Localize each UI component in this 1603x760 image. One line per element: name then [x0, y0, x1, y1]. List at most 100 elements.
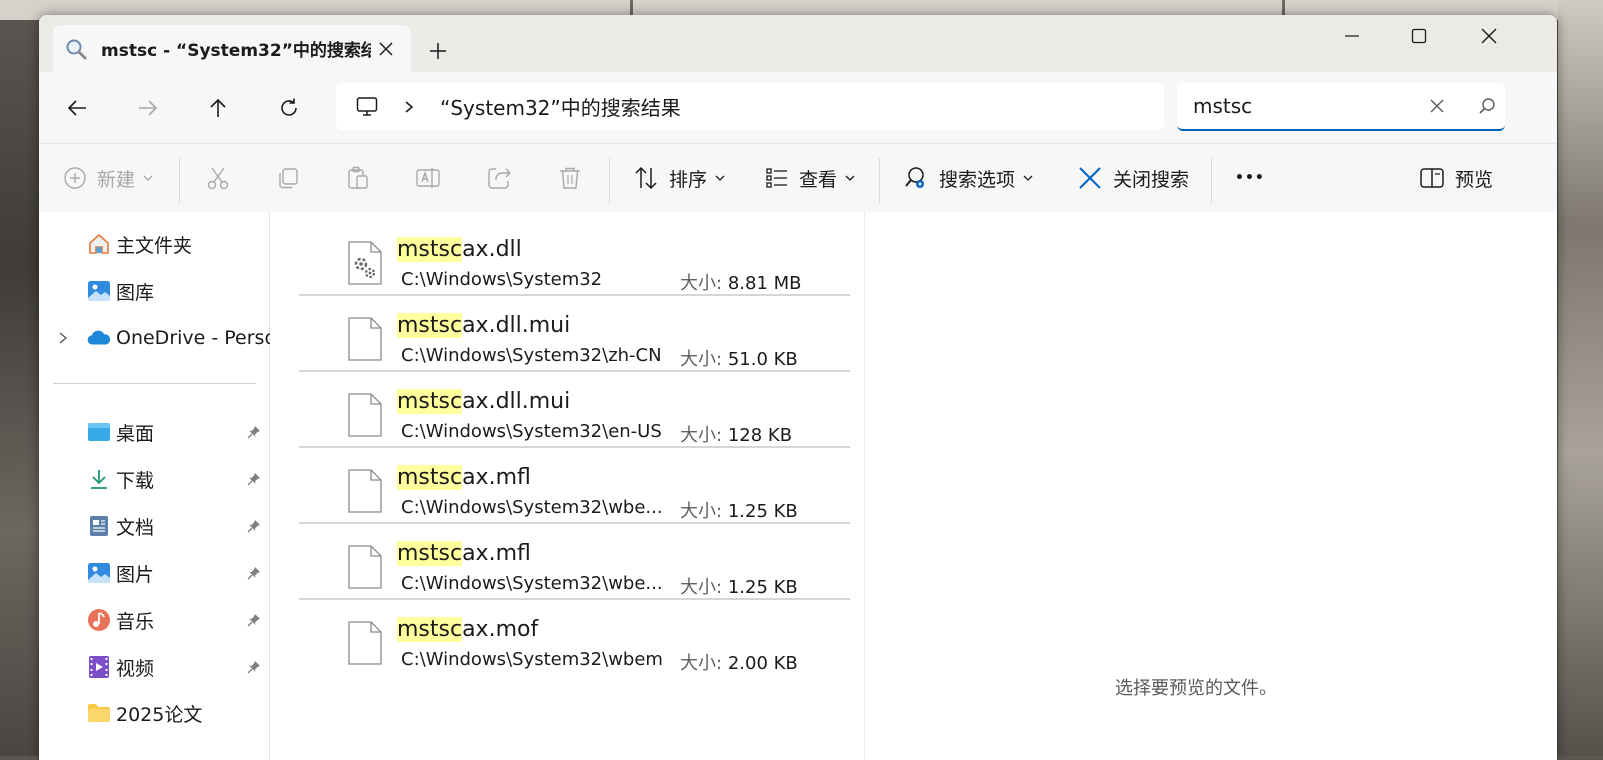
title-bar: mstsc - “System32”中的搜索结: [39, 15, 1557, 72]
sidebar-item-label: 主文件夹: [116, 234, 193, 257]
list-item[interactable]: mstscax.dll.mui C:\Windows\System32\en-U…: [299, 372, 850, 448]
sidebar-item-downloads[interactable]: 下载: [39, 459, 269, 499]
folder-icon: [87, 701, 111, 725]
file-path: C:\Windows\System32\zh-CN: [401, 345, 662, 366]
sidebar-item-videos[interactable]: 视频: [39, 647, 269, 687]
sort-button[interactable]: 排序: [633, 158, 725, 198]
view-button[interactable]: 查看: [765, 158, 855, 198]
file-icon: [348, 621, 382, 665]
home-icon: [87, 232, 111, 256]
rename-icon: [416, 168, 440, 188]
chevron-right-icon[interactable]: [55, 328, 71, 348]
share-icon: [488, 168, 511, 189]
file-name: mstscax.dll.mui: [397, 313, 571, 338]
gallery-icon: [87, 279, 111, 303]
view-label: 查看: [799, 168, 838, 191]
close-search-button[interactable]: 关闭搜索: [1077, 158, 1189, 198]
close-tab-button[interactable]: [371, 34, 401, 64]
sidebar-item-home[interactable]: 主文件夹: [39, 224, 269, 264]
pin-icon[interactable]: [245, 658, 263, 676]
delete-button[interactable]: [557, 158, 583, 198]
list-item[interactable]: mstscax.dll.mui C:\Windows\System32\zh-C…: [299, 296, 850, 372]
file-name: mstscax.dll: [397, 237, 522, 262]
pin-icon[interactable]: [245, 517, 263, 535]
address-bar[interactable]: “System32”中的搜索结果: [336, 83, 1164, 130]
file-name: mstscax.mof: [397, 617, 539, 642]
preview-pane-icon: [1420, 168, 1444, 188]
close-icon: [379, 41, 393, 56]
pin-icon[interactable]: [245, 611, 263, 629]
sidebar-item-onedrive[interactable]: OneDrive - Persor: [39, 318, 284, 358]
search-icon[interactable]: [1475, 94, 1499, 118]
scissors-icon: [207, 167, 229, 190]
file-icon: [348, 545, 382, 589]
paste-button[interactable]: [345, 158, 371, 198]
up-button[interactable]: [200, 90, 236, 126]
file-size: 大小: 2.00 KB: [680, 653, 798, 674]
search-box[interactable]: [1177, 83, 1505, 131]
sidebar-item-desktop[interactable]: 桌面: [39, 412, 269, 452]
new-label: 新建: [97, 168, 136, 191]
search-options-button[interactable]: 搜索选项: [903, 158, 1033, 198]
pin-icon[interactable]: [245, 423, 263, 441]
forward-button[interactable]: [130, 90, 166, 126]
sidebar-item-pictures[interactable]: 图片: [39, 553, 269, 593]
sidebar-item-music[interactable]: 音乐: [39, 600, 269, 640]
more-options-button[interactable]: •••: [1235, 158, 1265, 198]
copy-icon: [279, 168, 298, 189]
file-icon: [348, 317, 382, 361]
toolbar-divider: [179, 158, 180, 204]
close-icon: [1481, 28, 1497, 44]
plus-icon: [430, 43, 446, 59]
back-button[interactable]: [59, 90, 95, 126]
list-item[interactable]: mstscax.mof C:\Windows\System32\wbem 大小:…: [299, 600, 850, 676]
new-tab-button[interactable]: [422, 35, 454, 67]
share-button[interactable]: [486, 158, 512, 198]
sidebar-item-label: 下载: [116, 469, 155, 492]
chevron-right-icon[interactable]: [400, 100, 418, 114]
command-bar: 新建 排序 查看 搜索选项 关闭搜索 ••• 预览: [39, 143, 1557, 213]
preview-empty-message: 选择要预览的文件。: [1115, 678, 1277, 699]
maximize-icon: [1411, 28, 1427, 44]
sidebar-item-label: 音乐: [116, 610, 155, 633]
sidebar-item-folder-2025[interactable]: 2025论文: [39, 693, 269, 733]
rename-button[interactable]: [415, 158, 441, 198]
search-input[interactable]: [1191, 93, 1415, 119]
preview-pane-button[interactable]: 预览: [1419, 158, 1493, 198]
music-icon: [87, 608, 111, 632]
cut-button[interactable]: [205, 158, 231, 198]
file-path: C:\Windows\System32\wbem: [401, 649, 663, 670]
close-icon: [1079, 167, 1101, 189]
sidebar-item-gallery[interactable]: 图库: [39, 271, 269, 311]
file-size: 大小: 128 KB: [680, 425, 793, 446]
file-size: 大小: 1.25 KB: [680, 501, 798, 522]
pin-icon[interactable]: [245, 564, 263, 582]
trash-icon: [560, 167, 580, 189]
documents-icon: [87, 514, 111, 538]
list-item[interactable]: mstscax.mfl C:\Windows\System32\wbe... 大…: [299, 524, 850, 600]
pin-icon[interactable]: [245, 470, 263, 488]
minimize-button[interactable]: [1317, 15, 1387, 57]
toolbar-divider: [879, 158, 880, 204]
list-item[interactable]: mstscax.mfl C:\Windows\System32\wbe... 大…: [299, 448, 850, 524]
maximize-button[interactable]: [1384, 15, 1454, 57]
toolbar-divider: [1211, 158, 1212, 204]
sidebar-item-documents[interactable]: 文档: [39, 506, 269, 546]
tab-search-results[interactable]: mstsc - “System32”中的搜索结: [53, 25, 411, 72]
more-icon: •••: [1235, 170, 1265, 186]
breadcrumb[interactable]: “System32”中的搜索结果: [440, 92, 681, 121]
list-view-icon: [766, 168, 787, 188]
close-search-label: 关闭搜索: [1113, 168, 1190, 191]
copy-button[interactable]: [275, 158, 301, 198]
file-path: C:\Windows\System32: [401, 269, 603, 290]
close-window-button[interactable]: [1454, 15, 1524, 57]
new-button[interactable]: 新建: [63, 158, 153, 198]
arrow-right-icon: [139, 100, 158, 116]
this-pc-icon: [354, 94, 380, 120]
file-path: C:\Windows\System32\wbe...: [401, 497, 663, 518]
clear-search-button[interactable]: [1425, 94, 1449, 118]
refresh-button[interactable]: [271, 90, 307, 126]
chevron-down-icon: [1023, 175, 1033, 181]
arrow-left-icon: [67, 100, 86, 116]
list-item[interactable]: mstscax.dll C:\Windows\System32 大小: 8.81…: [299, 220, 850, 296]
